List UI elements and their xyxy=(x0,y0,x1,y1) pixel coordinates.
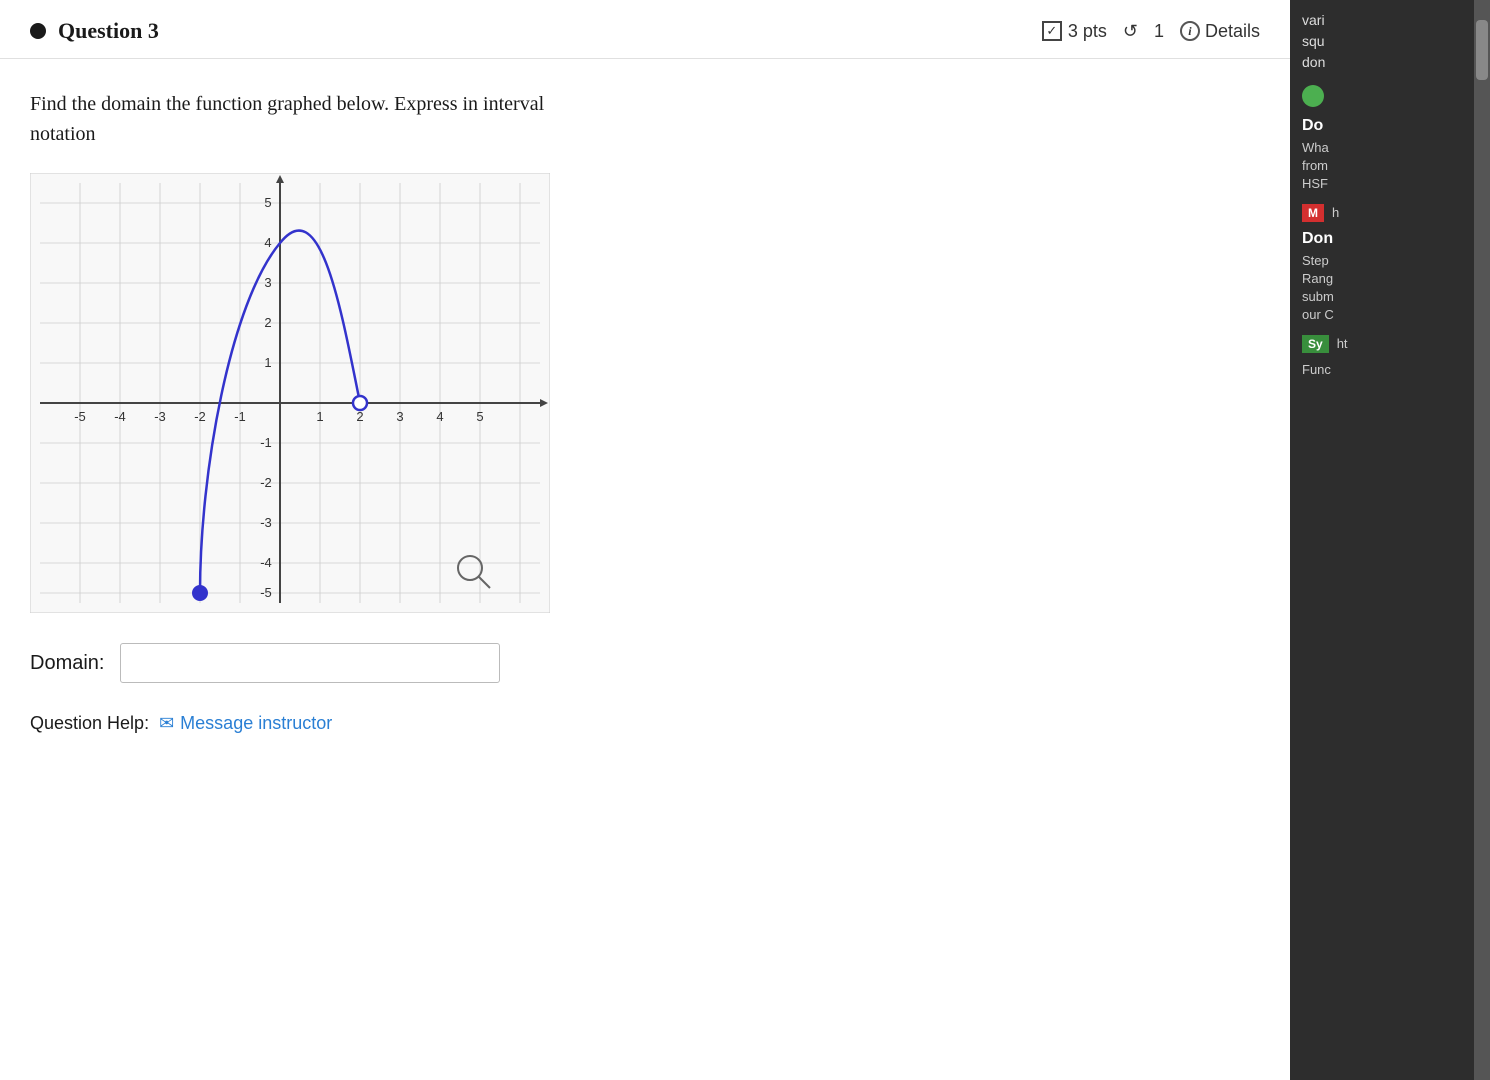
sidebar-subm: subm xyxy=(1302,288,1478,306)
sidebar-h: h xyxy=(1332,204,1339,222)
svg-text:4: 4 xyxy=(264,235,271,250)
sidebar-from: from xyxy=(1302,157,1478,175)
svg-text:5: 5 xyxy=(476,409,483,424)
sidebar-section-1: Do Wha from HSF xyxy=(1302,85,1478,194)
question-dot xyxy=(30,23,46,39)
question-number: Question 3 xyxy=(58,18,159,44)
scroll-thumb[interactable] xyxy=(1476,20,1488,80)
question-help: Question Help: ✉ Message instructor xyxy=(30,713,1260,734)
sidebar-our-c: our C xyxy=(1302,306,1478,324)
svg-text:3: 3 xyxy=(264,275,271,290)
graph-container: -5 -4 -3 -2 -1 1 2 3 4 5 5 4 3 2 1 -1 -2… xyxy=(30,173,550,613)
sidebar-step: Step xyxy=(1302,252,1478,270)
details-label: Details xyxy=(1205,21,1260,42)
details-link[interactable]: i Details xyxy=(1180,21,1260,42)
scrollbar[interactable] xyxy=(1474,0,1490,1080)
sidebar-rang: Rang xyxy=(1302,270,1478,288)
svg-text:3: 3 xyxy=(396,409,403,424)
domain-input[interactable] xyxy=(120,643,500,683)
envelope-icon: ✉ xyxy=(159,713,174,734)
sidebar-text-squ: squ xyxy=(1302,33,1325,49)
sidebar-top-text: vari squ don xyxy=(1302,10,1478,73)
question-body: Find the domain the function graphed bel… xyxy=(0,59,1290,754)
history-icon: ↺ xyxy=(1123,21,1138,42)
message-instructor-link[interactable]: ✉ Message instructor xyxy=(159,713,332,734)
info-circle-icon: i xyxy=(1180,21,1200,41)
svg-text:-2: -2 xyxy=(260,475,272,490)
sidebar-badge-green: Sy xyxy=(1302,335,1329,353)
svg-text:-5: -5 xyxy=(74,409,86,424)
svg-text:5: 5 xyxy=(264,195,271,210)
question-text: Find the domain the function graphed bel… xyxy=(30,89,730,149)
svg-text:1: 1 xyxy=(316,409,323,424)
points-label: 3 pts xyxy=(1068,21,1107,42)
sidebar-green-dot xyxy=(1302,85,1324,107)
main-content: Question 3 ✓ 3 pts ↺ 1 i Details Find th… xyxy=(0,0,1290,1080)
svg-text:-1: -1 xyxy=(234,409,246,424)
sidebar-ht: ht xyxy=(1337,335,1348,353)
sidebar-section-2: Don Step Rang subm our C xyxy=(1302,230,1478,325)
pts-badge: ✓ 3 pts xyxy=(1042,21,1107,42)
sidebar-do-label: Do xyxy=(1302,117,1478,135)
sidebar-func: Func xyxy=(1302,361,1478,379)
svg-text:-4: -4 xyxy=(114,409,126,424)
question-text-line2: notation xyxy=(30,123,96,145)
history-count: 1 xyxy=(1154,21,1164,42)
sidebar-wha: Wha xyxy=(1302,139,1478,157)
sidebar-don-label: Don xyxy=(1302,230,1478,248)
svg-text:-3: -3 xyxy=(154,409,166,424)
sidebar-text-vari: vari xyxy=(1302,12,1325,28)
svg-text:-2: -2 xyxy=(194,409,206,424)
graph-svg: -5 -4 -3 -2 -1 1 2 3 4 5 5 4 3 2 1 -1 -2… xyxy=(30,173,550,613)
right-sidebar: vari squ don Do Wha from HSF M h Don Ste… xyxy=(1290,0,1490,1080)
sidebar-badge-row-1: M h xyxy=(1302,204,1478,222)
sidebar-text-don: don xyxy=(1302,54,1325,70)
question-header: Question 3 ✓ 3 pts ↺ 1 i Details xyxy=(0,0,1290,59)
domain-label: Domain: xyxy=(30,652,104,675)
svg-text:4: 4 xyxy=(436,409,443,424)
sidebar-badge-row-2: Sy ht xyxy=(1302,335,1478,353)
sidebar-hsf: HSF xyxy=(1302,175,1478,193)
svg-text:-5: -5 xyxy=(260,585,272,600)
svg-text:1: 1 xyxy=(264,355,271,370)
help-label: Question Help: xyxy=(30,713,149,734)
question-text-line1: Find the domain the function graphed bel… xyxy=(30,93,544,115)
message-label: Message instructor xyxy=(180,713,332,734)
svg-text:-1: -1 xyxy=(260,435,272,450)
svg-text:2: 2 xyxy=(264,315,271,330)
svg-text:-4: -4 xyxy=(260,555,272,570)
svg-text:-3: -3 xyxy=(260,515,272,530)
question-title: Question 3 xyxy=(30,18,159,44)
question-meta: ✓ 3 pts ↺ 1 i Details xyxy=(1042,21,1260,42)
domain-row: Domain: xyxy=(30,643,1260,683)
checkbox-icon: ✓ xyxy=(1042,21,1062,41)
sidebar-badge-red: M xyxy=(1302,204,1324,222)
